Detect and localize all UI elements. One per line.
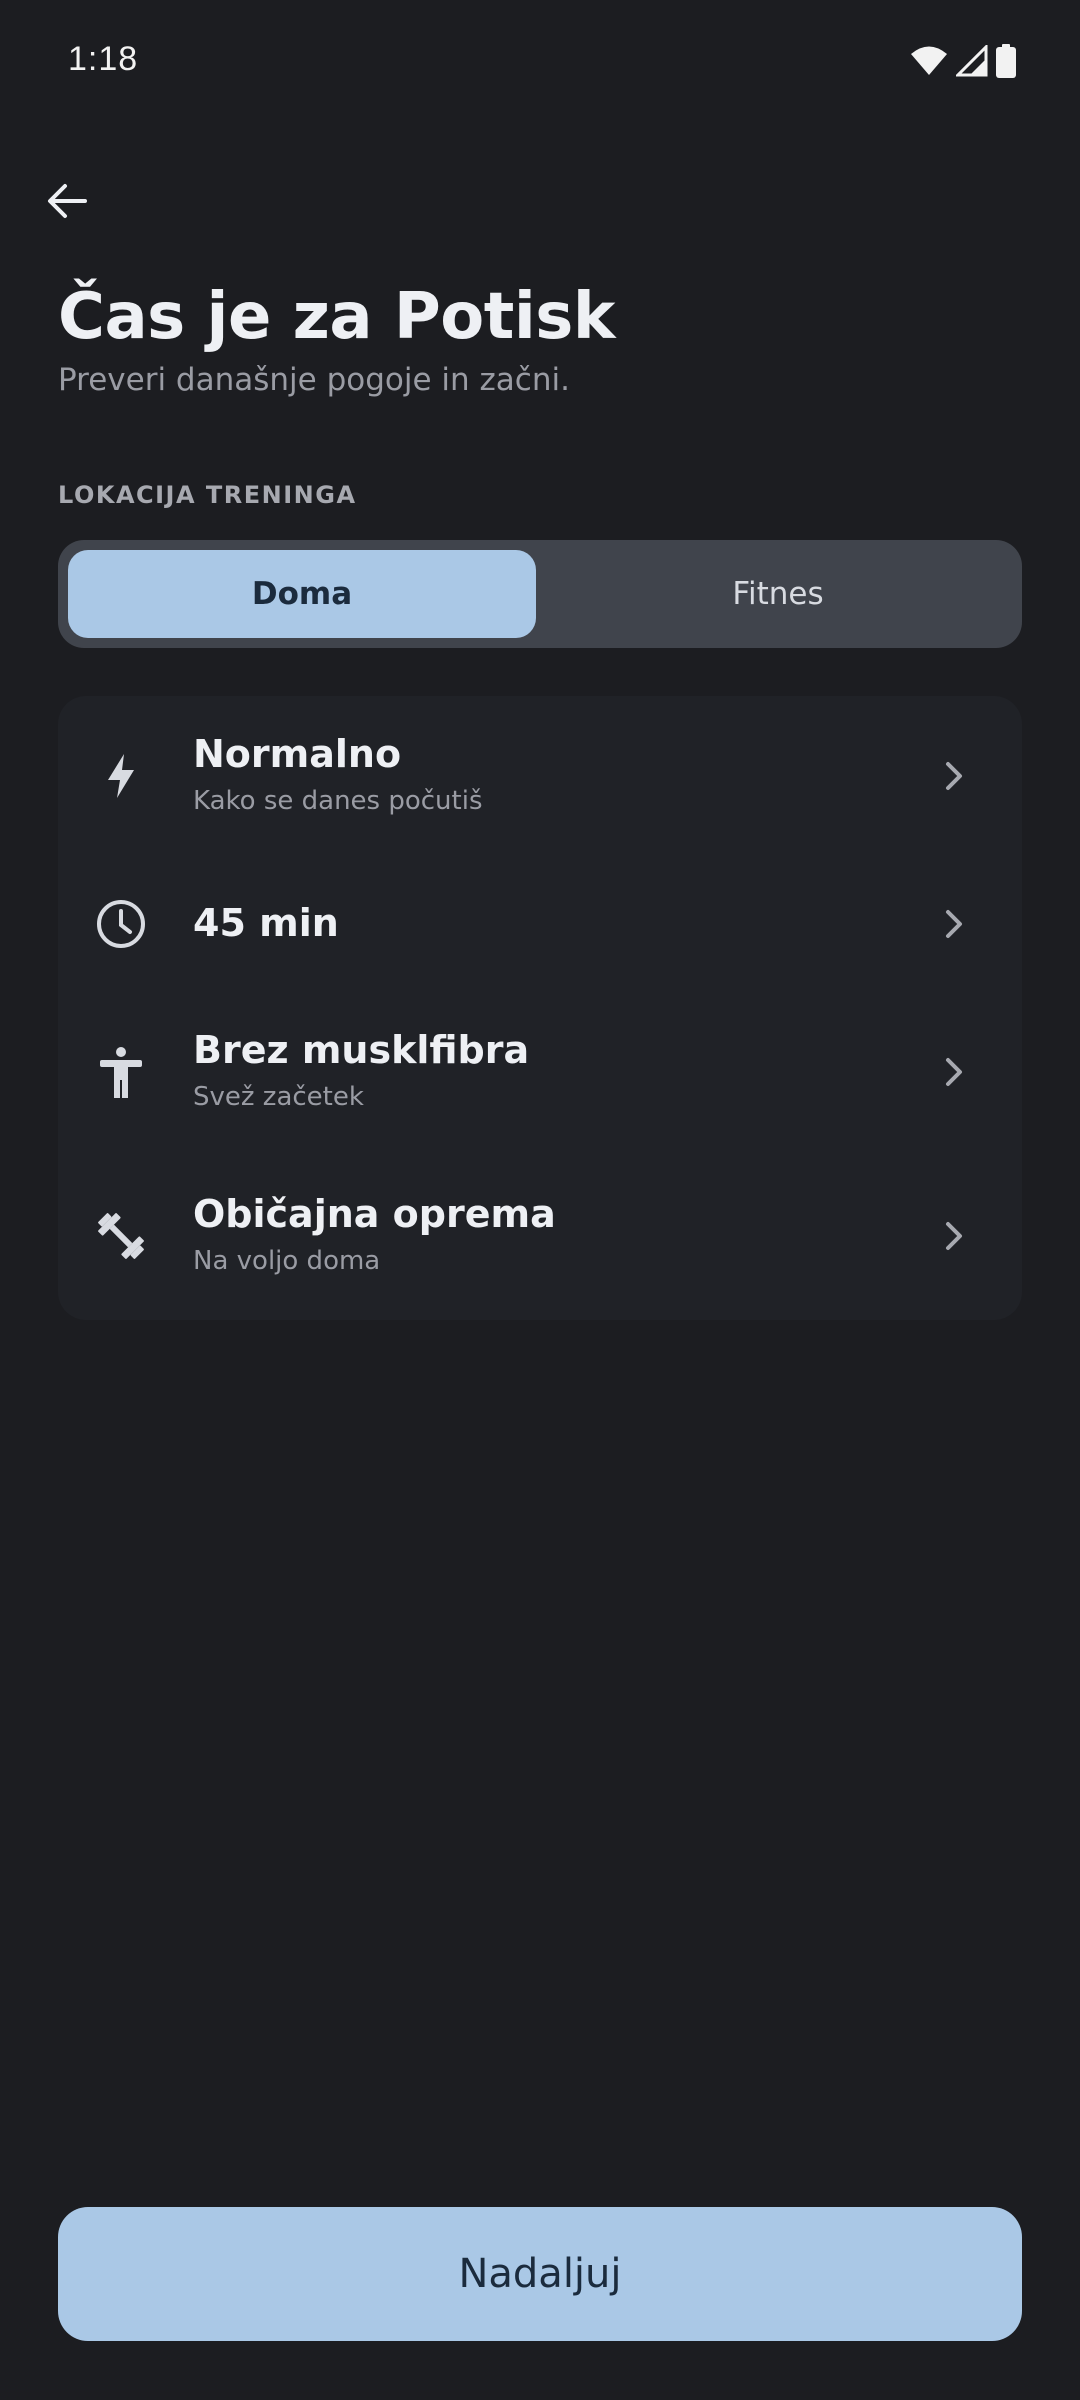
chevron-right-icon xyxy=(934,1216,974,1256)
wifi-icon xyxy=(910,45,948,81)
chevron-right-icon xyxy=(934,904,974,944)
location-option-gym[interactable]: Fitnes xyxy=(544,550,1012,638)
option-title: Normalno xyxy=(193,732,402,776)
battery-icon xyxy=(996,44,1016,82)
continue-button[interactable]: Nadaljuj xyxy=(58,2207,1022,2341)
arrow-left-icon xyxy=(45,179,89,227)
option-row-energy[interactable]: Normalno Kako se danes počutiš xyxy=(58,706,1022,846)
option-subtitle: Na voljo doma xyxy=(193,1246,381,1276)
option-subtitle: Svež začetek xyxy=(193,1082,364,1112)
option-row-equipment[interactable]: Običajna oprema Na voljo doma xyxy=(58,1166,1022,1306)
person-standing-icon xyxy=(92,1043,150,1101)
lightning-bolt-icon xyxy=(92,747,150,805)
chevron-right-icon xyxy=(934,1052,974,1092)
option-title: Brez musklfibra xyxy=(193,1028,530,1072)
location-segmented-control: Doma Fitnes xyxy=(58,540,1022,648)
clock-icon xyxy=(92,895,150,953)
page-title: Čas je za Potisk xyxy=(58,280,615,354)
option-row-soreness[interactable]: Brez musklfibra Svež začetek xyxy=(58,1002,1022,1142)
status-bar: 1:18 xyxy=(0,0,1080,124)
status-icons xyxy=(910,43,1016,82)
location-option-home[interactable]: Doma xyxy=(68,550,536,638)
chevron-right-icon xyxy=(934,756,974,796)
signal-icon xyxy=(954,43,988,81)
back-button[interactable] xyxy=(34,170,100,236)
option-row-duration[interactable]: 45 min xyxy=(58,854,1022,994)
dumbbell-icon xyxy=(92,1207,150,1265)
option-title: Običajna oprema xyxy=(193,1192,556,1236)
option-subtitle: Kako se danes počutiš xyxy=(193,786,483,816)
page-subtitle: Preveri današnje pogoje in začni. xyxy=(58,362,570,398)
location-section-label: LOKACIJA TRENINGA xyxy=(58,481,357,509)
option-title: 45 min xyxy=(193,901,339,945)
status-time: 1:18 xyxy=(68,40,139,78)
workout-options-card: Normalno Kako se danes počutiš 45 min Br… xyxy=(58,696,1022,1320)
